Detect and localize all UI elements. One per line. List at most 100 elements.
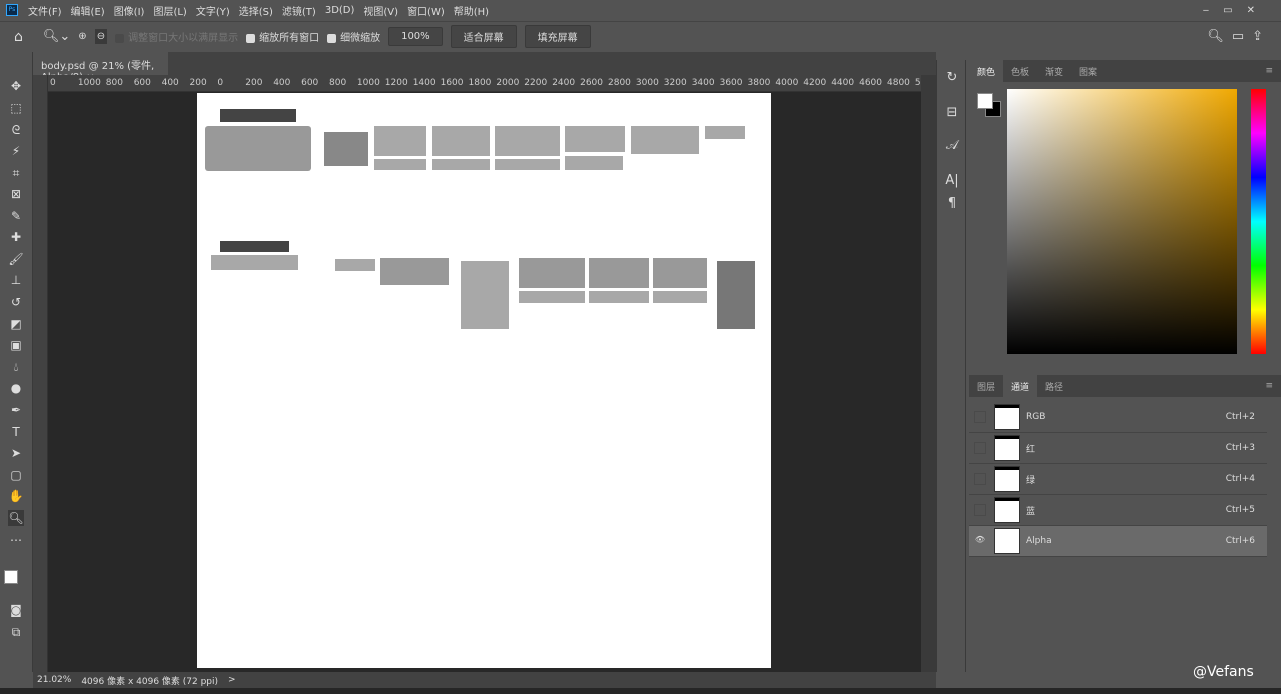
type-tool-icon[interactable]: T — [8, 424, 24, 440]
paragraph-icon[interactable]: ¶ — [944, 196, 960, 211]
tab-color[interactable]: 颜色 — [969, 59, 1004, 83]
menu-window[interactable]: 窗口(W) — [407, 3, 445, 18]
ruler-tick-label: 1000 — [77, 78, 101, 88]
menu-file[interactable]: 文件(F) — [28, 3, 62, 18]
channel-row-green[interactable]: 绿 Ctrl+4 — [969, 464, 1267, 495]
color-field[interactable] — [1007, 89, 1237, 354]
eyedropper-tool-icon[interactable]: ✎ — [8, 208, 24, 224]
menu-image[interactable]: 图像(I) — [114, 3, 145, 18]
frame-tool-icon[interactable]: ⊠ — [8, 186, 24, 202]
foreground-color-chip[interactable] — [977, 93, 993, 109]
menu-type[interactable]: 文字(Y) — [196, 3, 230, 18]
menu-help[interactable]: 帮助(H) — [454, 3, 489, 18]
visibility-toggle[interactable] — [974, 504, 986, 516]
status-menu-arrow[interactable]: > — [228, 675, 236, 685]
zoom-tool-icon[interactable]: 🔍︎⌄ — [43, 29, 70, 44]
tab-swatches[interactable]: 色板 — [1003, 60, 1037, 83]
pen-tool-icon[interactable]: ✒ — [8, 402, 24, 418]
tab-gradients[interactable]: 渐变 — [1037, 60, 1071, 83]
hand-tool-icon[interactable]: ✋ — [8, 488, 24, 504]
properties-icon[interactable]: ⊟ — [944, 105, 960, 120]
search-workspace-share-icons[interactable]: 🔍︎▭⇪ — [1207, 29, 1271, 44]
channel-shortcut: Ctrl+6 — [1225, 536, 1255, 546]
menu-layer[interactable]: 图层(L) — [153, 3, 186, 18]
channel-shortcut: Ctrl+2 — [1225, 412, 1255, 422]
character-icon[interactable]: A| — [944, 173, 960, 188]
ruler-tick-label: 1600 — [440, 78, 464, 88]
screen-mode-icon[interactable]: ⧉ — [8, 624, 24, 640]
quick-mask-icon[interactable]: ◙ — [8, 602, 24, 618]
resize-windows-checkbox[interactable]: 调整窗口大小以满屏显示 — [115, 29, 238, 44]
tab-channels[interactable]: 通道 — [1003, 374, 1038, 398]
channel-row-rgb[interactable]: RGB Ctrl+2 — [969, 402, 1267, 433]
tab-patterns[interactable]: 图案 — [1071, 60, 1105, 83]
ruler-tick-label: 600 — [133, 78, 151, 88]
ruler-tick-label: 1800 — [468, 78, 492, 88]
tab-paths[interactable]: 路径 — [1037, 375, 1071, 398]
menu-view[interactable]: 视图(V) — [363, 3, 398, 18]
menu-select[interactable]: 选择(S) — [239, 3, 273, 18]
marquee-tool-icon[interactable]: ⬚ — [8, 100, 24, 116]
channel-thumbnail — [994, 404, 1020, 430]
crop-tool-icon[interactable]: ⌗ — [8, 165, 24, 181]
shape-tool-icon[interactable]: ▢ — [8, 467, 24, 483]
eraser-tool-icon[interactable]: ◩ — [8, 316, 24, 332]
visibility-toggle[interactable] — [974, 411, 986, 423]
hue-slider[interactable] — [1251, 89, 1266, 354]
history-icon[interactable]: ↻ — [944, 70, 960, 85]
ruler-tick-label: 0 — [50, 78, 56, 88]
magic-wand-tool-icon[interactable]: ⚡ — [8, 143, 24, 159]
menu-edit[interactable]: 编辑(E) — [71, 3, 105, 18]
menu-filter[interactable]: 滤镜(T) — [282, 3, 316, 18]
ruler-tick-label: 3600 — [719, 78, 743, 88]
watermark: @Vefans — [1193, 664, 1254, 680]
vertical-scrollbar[interactable] — [921, 75, 936, 672]
visibility-toggle[interactable] — [974, 442, 986, 454]
lasso-tool-icon[interactable]: ᘓ — [8, 122, 24, 138]
zoom-all-checkbox[interactable]: 缩放所有窗口 — [246, 29, 319, 44]
history-brush-icon[interactable]: ↺ — [8, 294, 24, 310]
ruler-tick-label: 4600 — [859, 78, 882, 88]
channel-row-red[interactable]: 红 Ctrl+3 — [969, 433, 1267, 464]
document-tab[interactable]: body.psd @ 21% (零件, Alpha/8) × — [33, 52, 168, 83]
panel-menu-icon[interactable]: ≡ — [1257, 376, 1281, 396]
dodge-tool-icon[interactable]: ● — [8, 380, 24, 396]
fit-screen-button[interactable]: 适合屏幕 — [450, 25, 517, 48]
menu-3d[interactable]: 3D(D) — [325, 5, 355, 16]
scrubby-zoom-checkbox[interactable]: 细微缩放 — [327, 29, 380, 44]
zoom-value-field[interactable]: 100% — [388, 27, 443, 46]
channel-row-blue[interactable]: 蓝 Ctrl+5 — [969, 495, 1267, 526]
zoom-in-icon[interactable]: ⊕ — [78, 31, 86, 42]
gradient-tool-icon[interactable]: ▣ — [8, 337, 24, 353]
move-tool-icon[interactable]: ✥ — [8, 78, 24, 94]
more-tools-icon[interactable]: ⋯ — [8, 532, 24, 548]
zoom-out-icon[interactable]: ⊖ — [94, 29, 108, 44]
channel-thumbnail — [994, 466, 1020, 492]
channel-shortcut: Ctrl+3 — [1225, 443, 1255, 453]
zoom-level[interactable]: 21.02% — [37, 675, 71, 685]
panel-menu-icon[interactable]: ≡ — [1257, 61, 1281, 81]
ruler-tick-label: 1000 — [356, 78, 380, 88]
tab-layers[interactable]: 图层 — [969, 375, 1003, 398]
glyphs-icon[interactable]: 𝒜 — [944, 138, 960, 153]
stamp-tool-icon[interactable]: ⊥ — [8, 272, 24, 288]
channel-thumbnail — [994, 435, 1020, 461]
foreground-color-swatch[interactable] — [4, 570, 18, 584]
ruler-tick-label: 200 — [245, 78, 263, 88]
brush-tool-icon[interactable]: 🖌︎ — [8, 251, 24, 267]
fill-screen-button[interactable]: 填充屏幕 — [524, 25, 591, 48]
zoom-all-label: 缩放所有窗口 — [259, 33, 320, 44]
eye-icon[interactable]: 👁︎ — [974, 535, 986, 547]
blur-tool-icon[interactable]: 💧︎ — [8, 359, 24, 375]
ruler-tick-label: 3400 — [691, 78, 715, 88]
zoom-tool-icon[interactable]: 🔍︎ — [8, 510, 24, 526]
document-canvas[interactable] — [197, 93, 771, 668]
home-icon[interactable]: ⌂ — [14, 29, 23, 45]
window-controls[interactable]: ‒▭✕ — [1203, 5, 1269, 16]
healing-brush-icon[interactable]: ✚ — [8, 229, 24, 245]
path-select-icon[interactable]: ➤ — [8, 445, 24, 461]
ruler-tick-label: 2800 — [608, 78, 631, 88]
visibility-toggle[interactable] — [974, 473, 986, 485]
channel-row-alpha[interactable]: 👁︎ Alpha Ctrl+6 — [969, 526, 1267, 557]
ruler-tick-label: 4000 — [775, 78, 799, 88]
